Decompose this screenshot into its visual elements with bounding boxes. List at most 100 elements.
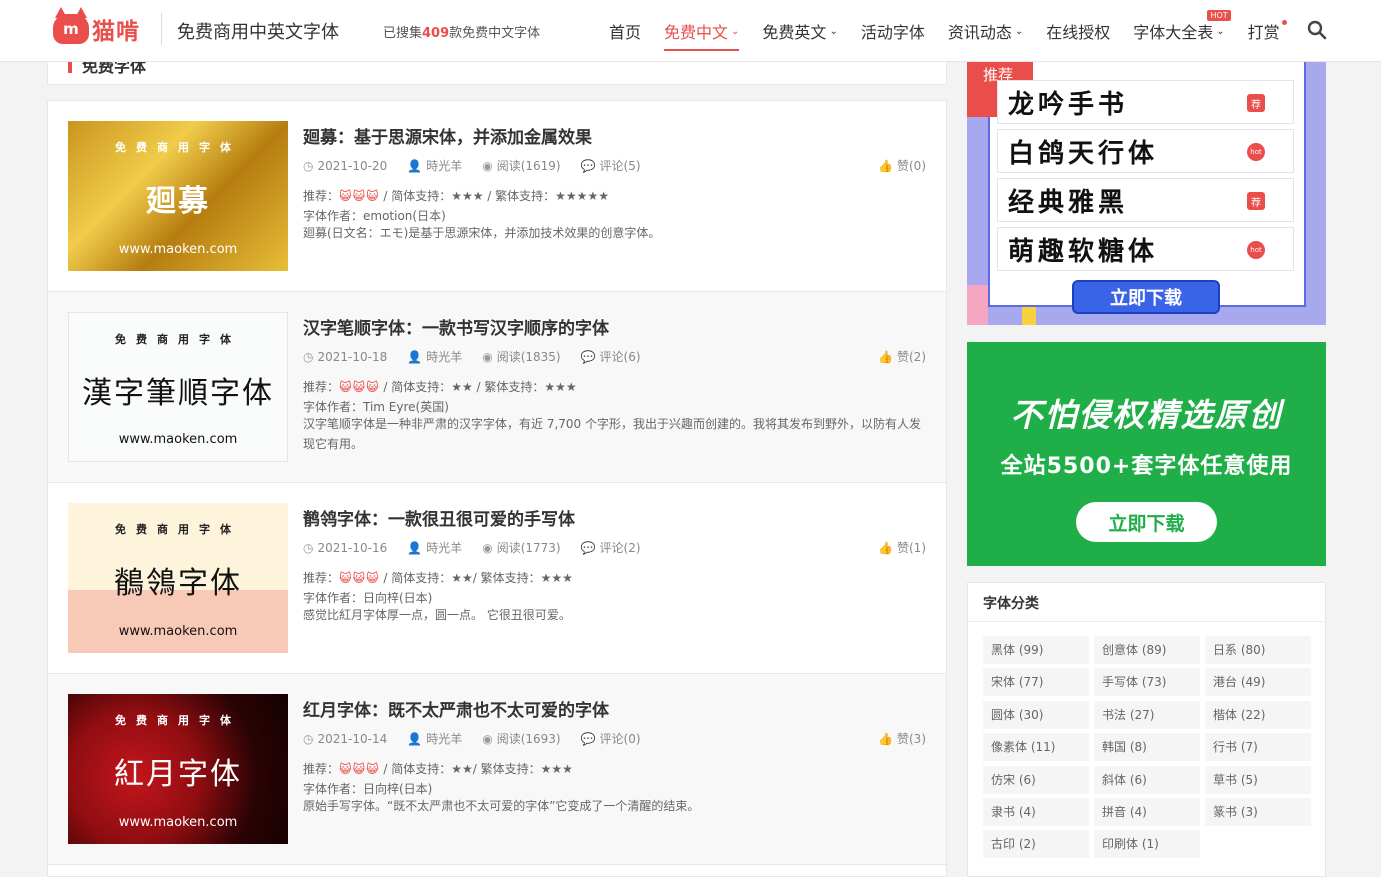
search-icon[interactable] (1307, 20, 1327, 40)
category-item[interactable]: 宋体 (77) (983, 668, 1089, 697)
thumbnail-url: www.maoken.com (118, 432, 238, 447)
category-item[interactable]: 行书 (7) (1205, 733, 1311, 762)
nav-item-label: 字体大全表 (1133, 23, 1214, 42)
font-author: 字体作者：Tim Eyre(英国) (303, 400, 449, 414)
meta-author[interactable]: 👤 時光羊 (407, 157, 462, 174)
category-item[interactable]: 楷体 (22) (1205, 700, 1311, 729)
like-button[interactable]: 👍 赞(1) (878, 539, 926, 556)
comment-icon: 💬 (580, 349, 596, 364)
meta-author[interactable]: 👤 時光羊 (407, 348, 462, 365)
thumbnail-caption: 免费商用字体 (115, 141, 241, 154)
post-list: 免费商用字体 廻募 www.maoken.com 廻募：基于思源宋体，并添加金属效果 ◷… (47, 100, 947, 877)
category-item[interactable]: 古印 (2) (983, 830, 1089, 859)
nav-item-3[interactable]: 活动字体 (861, 0, 925, 62)
nav-item-2[interactable]: 免费英文 ⌄ (762, 0, 837, 62)
post-description: 廻募(日文名：エモ)是基于思源宋体，并添加技术效果的创意字体。 (303, 226, 661, 240)
collect-count-text: 已搜集409款免费中文字体 (383, 22, 540, 41)
chevron-down-icon: ⌄ (731, 25, 740, 37)
chevron-down-icon: ⌄ (829, 25, 838, 37)
post-description: 汉字笔顺字体是一种非严肃的汉字字体，有近 7,700 个字形，我出于兴趣而创建的… (303, 417, 921, 451)
category-item[interactable]: 印刷体 (1) (1094, 830, 1200, 859)
meta-comments[interactable]: 💬 评论(6) (581, 348, 641, 365)
meta-comments-text: 评论(2) (599, 541, 641, 555)
post-thumbnail[interactable]: 免费商用字体 鶺鴒字体 www.maoken.com (68, 503, 288, 653)
nav-item-6[interactable]: 字体大全表 ⌄ HOT (1133, 0, 1231, 62)
category-item[interactable]: 仿宋 (6) (983, 765, 1089, 794)
cat-rating-icons: 😺😺😺 (339, 189, 380, 203)
category-item[interactable]: 圆体 (30) (983, 700, 1089, 729)
ad-font-badge: 荐 (1247, 192, 1265, 210)
divider (968, 621, 1325, 622)
like-count: 赞(1) (897, 541, 926, 555)
post-item: 免费商用字体 鶺鴒字体 www.maoken.com 鹡鸰字体：一款很丑很可爱的手写体… (48, 483, 946, 674)
ad-subline: 全站5500+套字体任意使用 (1000, 454, 1293, 479)
post-description: 原始手写字体。“既不太严肃也不太可爱的字体”它变成了一个清醒的结束。 (303, 799, 700, 813)
thumbs-up-icon: 👍 (878, 350, 893, 364)
eye-icon: ◉ (482, 158, 493, 173)
support-rating: / 简体支持：★★/ 繁体支持：★★★ (379, 571, 573, 585)
nav-item-5[interactable]: 在线授权 (1046, 0, 1110, 62)
copyright-safe-ad[interactable]: 不怕侵权精选原创 全站5500+套字体任意使用 立即下载 (967, 342, 1326, 566)
support-rating: / 简体支持：★★/ 繁体支持：★★★ (379, 762, 573, 776)
nav-item-7[interactable]: 打赏 (1247, 0, 1287, 62)
nav-item-1[interactable]: 免费中文 ⌄ (664, 0, 740, 62)
category-item[interactable]: 手写体 (73) (1094, 668, 1200, 697)
like-count: 赞(0) (897, 159, 926, 173)
meta-comments[interactable]: 💬 评论(5) (581, 157, 641, 174)
category-item[interactable]: 隶书 (4) (983, 798, 1089, 826)
clock-icon: ◷ (303, 158, 314, 173)
nav-item-label: 打赏 (1247, 23, 1280, 42)
nav-item-0[interactable]: 首页 (609, 0, 641, 62)
post-meta: ◷ 2021-10-20 👤 時光羊 ◉ 阅读(1619) 💬 评论(5) (303, 157, 661, 174)
post-thumbnail[interactable]: 免费商用字体 漢字筆順字体 www.maoken.com (68, 312, 288, 462)
post-title-link[interactable]: 红月字体：既不太严肃也不太可爱的字体 (303, 696, 609, 721)
category-item[interactable]: 韩国 (8) (1094, 733, 1200, 762)
meta-comments[interactable]: 💬 评论(2) (581, 539, 641, 556)
post-title-link[interactable]: 鹡鸰字体：一款很丑很可爱的手写体 (303, 505, 575, 530)
ad-download-button[interactable]: 立即下载 (1072, 280, 1220, 314)
category-item[interactable]: 斜体 (6) (1094, 765, 1200, 794)
ad-decoration (967, 285, 988, 325)
post-thumbnail[interactable]: 免费商用字体 紅月字体 www.maoken.com (68, 694, 288, 844)
recommended-fonts-ad[interactable]: 推荐 龙吟手书荐白鸽天行体 hot 经典雅黑荐萌趣软糖体 hot 立即下载 (967, 62, 1326, 325)
ad-font-row[interactable]: 龙吟手书 荐 (997, 80, 1294, 124)
meta-author-text: 時光羊 (426, 159, 463, 173)
post-description: 感觉比紅月字体厚一点，圆一点。 它很丑很可爱。 (303, 608, 571, 622)
thumbnail-caption: 免费商用字体 (115, 714, 241, 727)
category-item[interactable]: 书法 (27) (1094, 700, 1200, 729)
cat-rating-icons: 😺😺😺 (339, 762, 380, 776)
post-title-link[interactable]: 廻募：基于思源宋体，并添加金属效果 (303, 123, 592, 148)
meta-comments[interactable]: 💬 评论(0) (581, 730, 641, 747)
thumbnail-caption: 免费商用字体 (115, 333, 241, 346)
category-item[interactable]: 日系 (80) (1205, 636, 1311, 664)
ad-download-button[interactable]: 立即下载 (1076, 502, 1217, 542)
category-item[interactable]: 拼音 (4) (1094, 798, 1200, 826)
meta-author[interactable]: 👤 時光羊 (407, 539, 462, 556)
like-button[interactable]: 👍 赞(3) (878, 730, 926, 747)
site-logo[interactable]: m 猫啃 (53, 7, 140, 46)
rating-label: 推荐： (303, 380, 340, 394)
category-item[interactable]: 创意体 (89) (1094, 636, 1200, 664)
ad-font-row[interactable]: 白鸽天行体 hot (997, 129, 1294, 173)
like-button[interactable]: 👍 赞(2) (878, 348, 926, 365)
post-thumbnail[interactable]: 免费商用字体 廻募 www.maoken.com (68, 121, 288, 271)
category-item[interactable]: 黑体 (99) (983, 636, 1089, 664)
user-icon: 👤 (407, 731, 423, 746)
nav-item-label: 免费中文 (664, 23, 729, 42)
post-meta: ◷ 2021-10-14 👤 時光羊 ◉ 阅读(1693) 💬 评论(0) (303, 730, 661, 747)
font-categories: 字体分类 黑体 (99) 创意体 (89) 日系 (80) 宋体 (77) 手写体 (7… (967, 582, 1326, 877)
user-icon: 👤 (407, 349, 423, 364)
meta-author[interactable]: 👤 時光羊 (407, 730, 462, 747)
ad-font-row[interactable]: 经典雅黑 荐 (997, 178, 1294, 222)
post-title-link[interactable]: 汉字笔顺字体：一款书写汉字顺序的字体 (303, 314, 609, 339)
nav-item-4[interactable]: 资讯动态 ⌄ (948, 0, 1023, 62)
like-button[interactable]: 👍 赞(0) (878, 157, 926, 174)
category-item[interactable]: 草书 (5) (1205, 765, 1311, 794)
category-item[interactable]: 像素体 (11) (983, 733, 1089, 762)
ad-font-row[interactable]: 萌趣软糖体 hot (997, 227, 1294, 271)
nav-item-label: 活动字体 (860, 23, 925, 42)
font-author: 字体作者：日向梓(日本) (303, 591, 433, 605)
category-item[interactable]: 港台 (49) (1205, 668, 1311, 697)
rating-label: 推荐： (303, 762, 340, 776)
category-item[interactable]: 篆书 (3) (1205, 798, 1311, 826)
